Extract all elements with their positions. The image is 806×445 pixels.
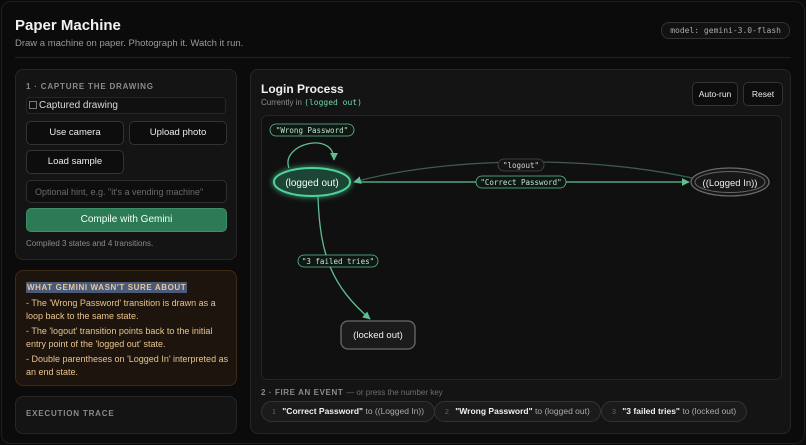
execution-trace-label: EXECUTION TRACE — [26, 409, 115, 418]
edge-wrong-password — [287, 142, 338, 169]
svg-text:(locked out): (locked out) — [353, 330, 403, 341]
uncertainty-item: - The 'Wrong Password' transition is dra… — [26, 298, 216, 321]
machine-panel: Login Process Currently in (logged out) … — [250, 69, 791, 434]
fire-event-title: 2 · FIRE AN EVENT — [261, 388, 344, 397]
use-camera-button[interactable]: Use camera — [26, 121, 124, 145]
current-state-value: (logged out) — [304, 98, 362, 107]
uncertainty-item: - The 'logout' transition points back to… — [26, 326, 213, 349]
model-badge: model: gemini-3.0-flash — [661, 22, 790, 39]
app-title: Paper Machine — [15, 17, 121, 34]
event-name: "Correct Password" — [282, 406, 364, 416]
event-button-correct-password[interactable]: 1 "Correct Password" to ((Logged In)) — [261, 401, 436, 422]
current-state-prefix: Currently in — [261, 98, 302, 107]
event-name: "3 failed tries" — [622, 406, 680, 416]
uncertainty-item: - Double parentheses on 'Logged In' inte… — [26, 354, 229, 377]
broken-image-icon — [29, 101, 37, 109]
event-target: to (locked out) — [682, 406, 737, 416]
svg-text:(logged out): (logged out) — [285, 178, 338, 189]
current-state-line: Currently in (logged out) — [261, 98, 362, 107]
svg-text:"Wrong Password": "Wrong Password" — [276, 126, 348, 135]
uncertainty-panel: WHAT GEMINI WASN'T SURE ABOUT - The 'Wro… — [15, 270, 237, 386]
reset-button[interactable]: Reset — [743, 82, 783, 106]
fire-event-hint: — or press the number key — [346, 388, 443, 397]
fire-event-label: 2 · FIRE AN EVENT — or press the number … — [261, 388, 443, 397]
execution-trace-panel: EXECUTION TRACE — [15, 396, 237, 434]
state-node-locked-out[interactable]: (locked out) — [340, 320, 416, 350]
machine-title: Login Process — [261, 82, 344, 96]
state-diagram: "Wrong Password" "logout" "Correct Passw… — [269, 123, 770, 350]
app-subtitle: Draw a machine on paper. Photograph it. … — [15, 38, 244, 49]
header-divider — [15, 57, 791, 58]
event-key-number: 1 — [272, 409, 276, 416]
edge-label-wrong-password: "Wrong Password" — [269, 123, 355, 137]
event-key-number: 3 — [612, 409, 616, 416]
svg-text:"3 failed tries": "3 failed tries" — [302, 257, 374, 266]
auto-run-button[interactable]: Auto-run — [692, 82, 738, 106]
event-button-3-failed-tries[interactable]: 3 "3 failed tries" to (locked out) — [601, 401, 748, 422]
load-sample-button[interactable]: Load sample — [26, 150, 124, 174]
capture-section-label: 1 · CAPTURE THE DRAWING — [26, 82, 154, 91]
event-key-number: 2 — [445, 409, 449, 416]
compile-button[interactable]: Compile with Gemini — [26, 208, 227, 232]
compile-status: Compiled 3 states and 4 transitions. — [26, 239, 154, 248]
event-name: "Wrong Password" — [455, 406, 533, 416]
state-node-logged-out[interactable]: (logged out) — [273, 167, 351, 197]
edge-label-logout: "logout" — [497, 158, 545, 172]
capture-panel: 1 · CAPTURE THE DRAWING Captured drawing… — [15, 69, 237, 260]
hint-input[interactable] — [26, 180, 227, 203]
uncertainty-list: - The 'Wrong Password' transition is dra… — [26, 297, 230, 381]
svg-text:"Correct Password": "Correct Password" — [480, 178, 561, 187]
state-node-logged-in[interactable]: ((Logged In)) — [690, 167, 770, 197]
captured-drawing-image: Captured drawing — [26, 97, 226, 114]
event-target: to ((Logged In)) — [365, 406, 425, 416]
captured-drawing-alt: Captured drawing — [39, 100, 118, 111]
edge-label-correct-password: "Correct Password" — [475, 175, 567, 189]
upload-photo-button[interactable]: Upload photo — [129, 121, 227, 145]
event-target: to (logged out) — [535, 406, 590, 416]
uncertainty-title: WHAT GEMINI WASN'T SURE ABOUT — [26, 282, 188, 293]
edge-label-3-failed-tries: "3 failed tries" — [297, 254, 379, 268]
svg-text:((Logged In)): ((Logged In)) — [703, 178, 758, 189]
svg-text:"logout": "logout" — [503, 161, 539, 170]
event-button-wrong-password[interactable]: 2 "Wrong Password" to (logged out) — [434, 401, 601, 422]
state-diagram-canvas: "Wrong Password" "logout" "Correct Passw… — [261, 115, 782, 380]
